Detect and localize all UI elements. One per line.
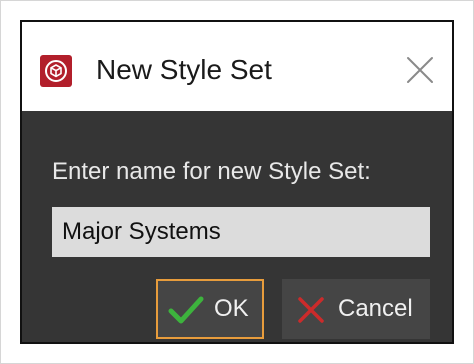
dialog-titlebar: New Style Set [22,22,452,111]
checkmark-icon [168,296,204,324]
close-button[interactable] [400,50,440,90]
ok-button-label: OK [214,295,249,322]
dialog-title: New Style Set [96,54,272,85]
close-icon [407,57,433,83]
style-set-name-input[interactable] [52,207,430,257]
cancel-button[interactable]: Cancel [282,279,430,339]
dialog-body: Enter name for new Style Set: OK Cancel [22,111,452,342]
cube-logo-icon [40,55,72,87]
ok-button[interactable]: OK [156,279,264,339]
new-style-set-dialog: New Style Set Enter name for new Style S… [20,20,454,344]
prompt-label: Enter name for new Style Set: [52,158,371,185]
cancel-button-label: Cancel [338,295,413,322]
x-icon [298,297,324,323]
